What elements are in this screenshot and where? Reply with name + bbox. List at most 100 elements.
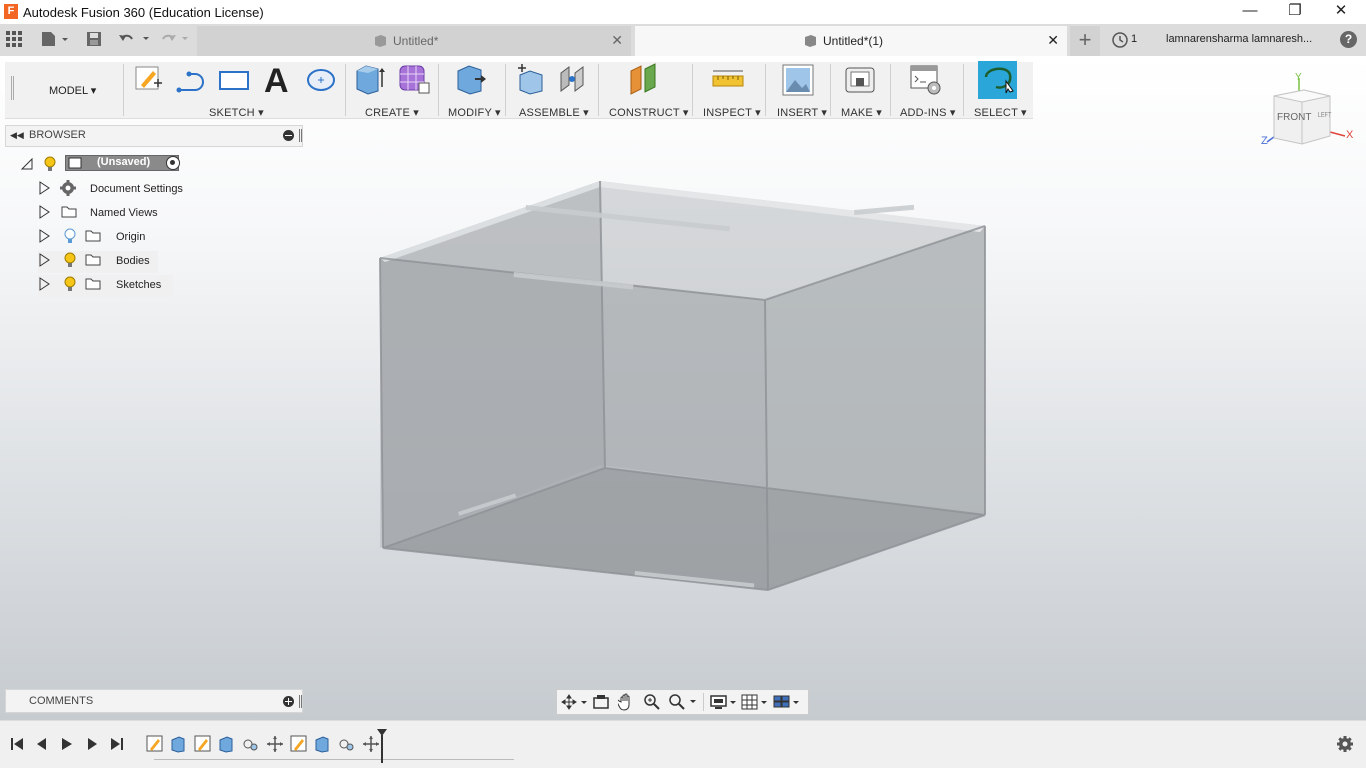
timeline-marker-icon[interactable] xyxy=(377,729,387,766)
comments-panel-header[interactable]: COMMENTS xyxy=(5,689,303,713)
display-settings-icon[interactable] xyxy=(710,694,738,713)
save-icon[interactable] xyxy=(86,31,102,50)
expand-triangle-icon[interactable] xyxy=(38,277,50,294)
timeline-sketch-icon[interactable] xyxy=(146,735,164,756)
play-icon[interactable] xyxy=(60,737,74,754)
close-tab-icon[interactable]: ✕ xyxy=(611,32,623,49)
visibility-lightbulb-icon[interactable] xyxy=(64,252,76,271)
viewports-icon[interactable] xyxy=(773,694,801,713)
go-to-start-icon[interactable] xyxy=(10,737,24,754)
redo-icon[interactable] xyxy=(159,31,191,50)
zoom-icon[interactable] xyxy=(643,693,661,714)
job-status-icon[interactable] xyxy=(1112,32,1128,51)
timeline-joint-icon[interactable] xyxy=(338,735,356,756)
comments-grip[interactable] xyxy=(299,695,302,708)
expand-triangle-icon[interactable] xyxy=(38,229,50,246)
browser-grip[interactable] xyxy=(299,129,302,142)
toolbar-grip[interactable] xyxy=(11,76,14,100)
make-menu[interactable]: MAKE ▾ xyxy=(841,106,882,119)
activate-radio-icon[interactable] xyxy=(166,156,180,170)
look-at-icon[interactable] xyxy=(593,694,609,713)
new-component-icon[interactable] xyxy=(514,63,546,98)
add-comment-icon[interactable] xyxy=(283,696,294,707)
visibility-lightbulb-off-icon[interactable] xyxy=(64,228,76,247)
tab-untitled[interactable]: Untitled* ✕ xyxy=(197,26,631,56)
grid-snaps-icon[interactable] xyxy=(741,694,769,713)
undo-icon[interactable] xyxy=(118,31,150,50)
timeline-extrude-icon[interactable] xyxy=(314,735,332,756)
select-button[interactable] xyxy=(978,61,1017,99)
collapse-browser-icon[interactable]: ◀◀ xyxy=(10,130,24,141)
tab-untitled-1[interactable]: Untitled*(1) ✕ xyxy=(635,26,1067,56)
tree-item-document-settings[interactable]: Document Settings xyxy=(38,179,188,201)
user-account-menu[interactable]: lamnarensharma lamnaresh... xyxy=(1166,33,1312,45)
view-cube[interactable]: FRONT LEFT Y X Z xyxy=(1258,72,1358,155)
measure-icon[interactable] xyxy=(712,68,744,95)
view-cube-front-label: FRONT xyxy=(1277,112,1312,123)
gear-icon xyxy=(60,180,76,199)
tree-root[interactable]: (Unsaved) xyxy=(20,155,190,177)
tree-item-label: Origin xyxy=(116,231,146,243)
expand-triangle-icon[interactable] xyxy=(38,253,50,270)
expand-triangle-icon[interactable] xyxy=(38,181,50,198)
tree-item-sketches[interactable]: Sketches xyxy=(38,275,173,297)
close-tab-icon[interactable]: ✕ xyxy=(1047,32,1059,49)
timeline-sketch-icon[interactable] xyxy=(194,735,212,756)
timeline-extrude-icon[interactable] xyxy=(218,735,236,756)
timeline-extrude-icon[interactable] xyxy=(170,735,188,756)
pan-hand-icon[interactable] xyxy=(616,693,634,714)
press-pull-icon[interactable] xyxy=(455,63,487,98)
close-button[interactable]: ✕ xyxy=(1318,0,1364,24)
restore-button[interactable]: ❐ xyxy=(1272,0,1318,24)
line-icon[interactable] xyxy=(176,68,208,97)
create-menu[interactable]: CREATE ▾ xyxy=(365,106,419,119)
assemble-menu[interactable]: ASSEMBLE ▾ xyxy=(519,106,589,119)
tree-item-named-views[interactable]: Named Views xyxy=(38,203,188,225)
form-icon[interactable] xyxy=(397,63,431,98)
add-ins-menu[interactable]: ADD-INS ▾ xyxy=(900,106,956,119)
timeline-move-icon[interactable] xyxy=(266,735,284,756)
help-button[interactable]: ? xyxy=(1340,31,1357,48)
select-menu[interactable]: SELECT ▾ xyxy=(974,106,1027,119)
create-sketch-icon[interactable] xyxy=(135,65,163,96)
visibility-lightbulb-icon[interactable] xyxy=(64,276,76,295)
tree-item-origin[interactable]: Origin xyxy=(38,227,148,249)
browser-panel-header[interactable]: ◀◀ BROWSER xyxy=(5,125,303,147)
tree-item-bodies[interactable]: Bodies xyxy=(38,251,158,273)
sketch-menu[interactable]: SKETCH ▾ xyxy=(209,106,264,119)
modify-menu[interactable]: MODIFY ▾ xyxy=(448,106,501,119)
insert-menu[interactable]: INSERT ▾ xyxy=(777,106,827,119)
minimize-browser-icon[interactable] xyxy=(283,130,294,141)
visibility-lightbulb-icon[interactable] xyxy=(44,156,56,175)
minimize-button[interactable]: — xyxy=(1227,0,1273,24)
box-model[interactable] xyxy=(0,56,1366,720)
text-icon[interactable]: A xyxy=(264,62,289,101)
orbit-icon[interactable] xyxy=(561,694,587,713)
collapse-triangle-icon[interactable] xyxy=(20,157,34,174)
go-to-end-icon[interactable] xyxy=(110,737,124,754)
offset-plane-icon[interactable] xyxy=(627,63,661,98)
app-grid-icon[interactable] xyxy=(6,31,22,50)
expand-triangle-icon[interactable] xyxy=(38,205,50,222)
comments-title: COMMENTS xyxy=(29,695,94,707)
timeline-joint-icon[interactable] xyxy=(242,735,260,756)
tree-item-label: Bodies xyxy=(116,255,150,267)
joint-icon[interactable] xyxy=(557,63,589,98)
rectangle-icon[interactable] xyxy=(218,70,250,95)
workspace-dropdown[interactable]: MODEL ▾ xyxy=(49,84,96,97)
3d-viewport[interactable]: FRONT LEFT Y X Z xyxy=(0,56,1366,720)
scripts-addins-icon[interactable] xyxy=(909,64,943,99)
step-forward-icon[interactable] xyxy=(85,737,99,754)
file-menu-icon[interactable] xyxy=(40,31,70,50)
3d-print-icon[interactable] xyxy=(844,64,876,99)
new-tab-button[interactable]: + xyxy=(1070,26,1100,56)
inspect-menu[interactable]: INSPECT ▾ xyxy=(703,106,761,119)
fit-zoom-icon[interactable] xyxy=(668,693,698,714)
center-diameter-circle-icon[interactable] xyxy=(306,67,336,96)
timeline-sketch-icon[interactable] xyxy=(290,735,308,756)
attached-canvas-icon[interactable] xyxy=(782,64,814,99)
construct-menu[interactable]: CONSTRUCT ▾ xyxy=(609,106,689,119)
step-back-icon[interactable] xyxy=(35,737,49,754)
timeline-settings-gear-icon[interactable] xyxy=(1337,736,1353,755)
extrude-icon[interactable] xyxy=(354,63,386,98)
